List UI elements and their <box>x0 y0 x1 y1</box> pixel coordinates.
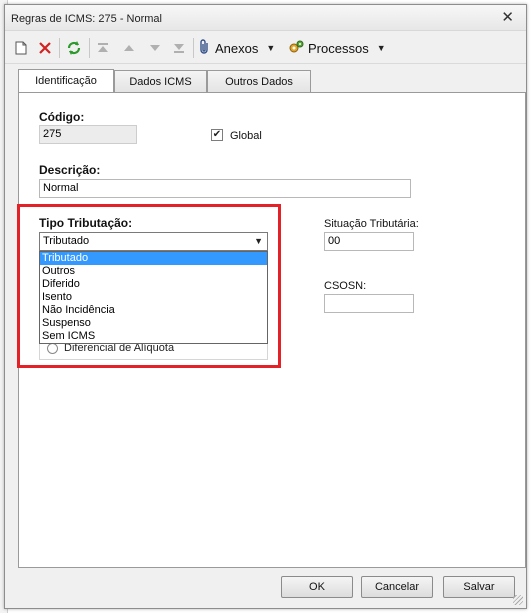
last-record-icon[interactable] <box>171 39 187 57</box>
tipo-tributacao-dropdown: Tributado Outros Diferido Isento Não Inc… <box>39 251 268 344</box>
processos-menu-button[interactable]: Processos ▼ <box>288 39 386 57</box>
situacao-tributaria-label: Situação Tributária: <box>324 218 419 230</box>
tipo-tributacao-value: Tributado <box>43 235 90 247</box>
codigo-field[interactable]: 275 <box>39 125 137 144</box>
tipo-tributacao-select[interactable]: Tributado ▼ <box>39 232 268 251</box>
chevron-down-icon: ▼ <box>376 43 386 53</box>
anexos-menu-button[interactable]: Anexos ▼ <box>199 38 276 58</box>
tab-panel-identificacao: Código: 275 ✔ Global Descrição: Normal T… <box>18 92 526 568</box>
dialog-window: Regras de ICMS: 275 - Normal ✕ Anexos ▼ … <box>4 4 527 609</box>
title-bar: Regras de ICMS: 275 - Normal ✕ <box>5 5 526 31</box>
chevron-down-icon: ▼ <box>266 43 276 53</box>
anexos-label: Anexos <box>215 40 259 56</box>
resize-grip[interactable] <box>513 595 523 605</box>
dropdown-option[interactable]: Isento <box>40 291 267 304</box>
descricao-label: Descrição: <box>39 163 101 177</box>
tab-label: Dados ICMS <box>129 75 192 88</box>
csosn-label: CSOSN: <box>324 280 367 292</box>
refresh-icon[interactable] <box>65 39 83 57</box>
chevron-down-icon: ▼ <box>254 236 263 246</box>
dropdown-option[interactable]: Tributado <box>40 252 267 265</box>
paperclip-icon <box>199 38 211 58</box>
dropdown-option[interactable]: Não Incidência <box>40 304 267 317</box>
global-checkbox[interactable]: ✔ <box>211 129 223 141</box>
toolbar: Anexos ▼ Processos ▼ <box>5 32 526 64</box>
codigo-label: Código: <box>39 110 85 124</box>
dropdown-option[interactable]: Sem ICMS <box>40 330 267 343</box>
previous-record-icon[interactable] <box>121 39 137 57</box>
close-icon[interactable]: ✕ <box>501 10 514 25</box>
tab-label: Identificação <box>35 75 97 87</box>
dropdown-option[interactable]: Outros <box>40 265 267 278</box>
next-record-icon[interactable] <box>147 39 163 57</box>
gears-icon <box>288 39 304 58</box>
delete-icon[interactable] <box>37 39 53 57</box>
dropdown-option[interactable]: Suspenso <box>40 317 267 330</box>
csosn-field[interactable] <box>324 294 414 313</box>
dropdown-option[interactable]: Diferido <box>40 278 267 291</box>
situacao-tributaria-field[interactable]: 00 <box>324 232 414 251</box>
save-button[interactable]: Salvar <box>443 576 515 598</box>
tab-dados-icms[interactable]: Dados ICMS <box>114 70 207 92</box>
processos-label: Processos <box>308 40 369 56</box>
cancel-button[interactable]: Cancelar <box>361 576 433 598</box>
tipo-tributacao-label: Tipo Tributação: <box>39 216 133 230</box>
global-label: Global <box>230 130 262 142</box>
tab-label: Outros Dados <box>225 75 293 88</box>
tab-identificacao[interactable]: Identificação <box>18 69 114 92</box>
new-document-icon[interactable] <box>13 39 29 57</box>
window-title: Regras de ICMS: 275 - Normal <box>11 13 162 25</box>
descricao-field[interactable]: Normal <box>39 179 411 198</box>
tab-outros-dados[interactable]: Outros Dados <box>207 70 311 92</box>
first-record-icon[interactable] <box>95 39 111 57</box>
diferencial-aliquota-radio[interactable] <box>47 343 58 354</box>
ok-button[interactable]: OK <box>281 576 353 598</box>
